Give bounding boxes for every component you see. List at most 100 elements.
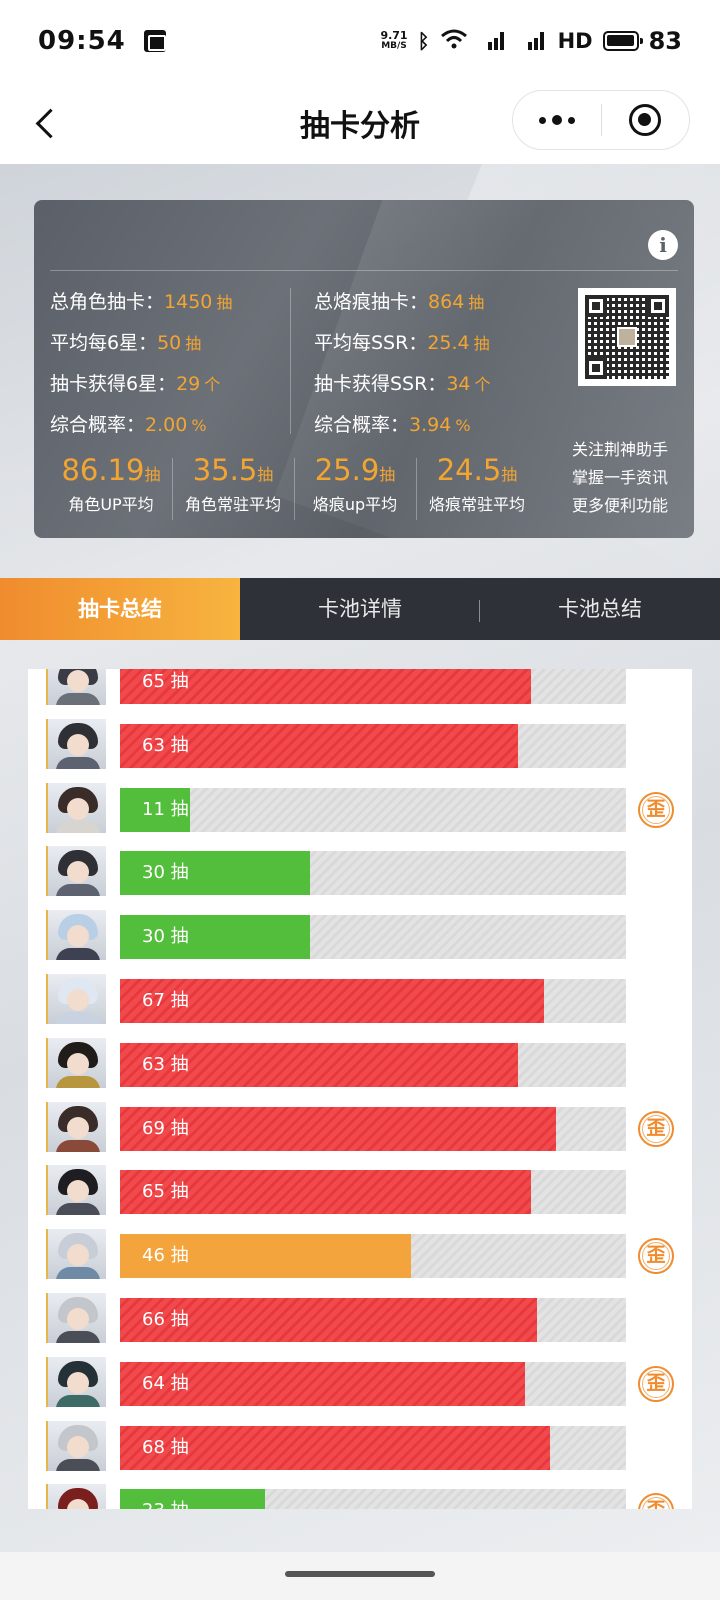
- character-avatar[interactable]: [46, 846, 106, 897]
- pull-bar-fill: 67 抽: [120, 978, 544, 1023]
- promo-line: 更多便利功能: [572, 496, 669, 515]
- nav-bar: 抽卡分析: [0, 82, 720, 164]
- average-label: 烙痕常驻平均: [428, 495, 525, 514]
- pull-bar-track: 64 抽: [120, 1361, 626, 1406]
- average-number: 35.5: [192, 453, 258, 487]
- average-label: 角色常驻平均: [184, 495, 281, 514]
- character-avatar[interactable]: [46, 973, 106, 1024]
- average-label: 角色UP平均: [68, 495, 154, 514]
- tab-pool-summary[interactable]: 卡池总结: [480, 578, 720, 640]
- pull-bar-fill: 11 抽: [120, 787, 190, 832]
- pull-bar-track: 66 抽: [120, 1297, 626, 1342]
- avatar-face: [67, 861, 89, 884]
- stat-value: 25.4: [427, 332, 470, 354]
- stat-label: 平均每SSR：: [314, 332, 428, 354]
- pull-record-row[interactable]: 69 抽 歪: [28, 1094, 692, 1158]
- pull-record-row[interactable]: 65 抽: [28, 1157, 692, 1221]
- tab-pool-details[interactable]: 卡池详情: [240, 578, 480, 640]
- pull-record-row[interactable]: 30 抽: [28, 838, 692, 902]
- pull-record-row[interactable]: 65 抽: [28, 669, 692, 711]
- pull-record-row[interactable]: 63 抽: [28, 711, 692, 775]
- average-item: 86.19抽 角色UP平均: [50, 452, 172, 517]
- avatar-face: [67, 1180, 89, 1203]
- pull-record-row[interactable]: 67 抽: [28, 966, 692, 1030]
- stat-label: 综合概率：: [50, 414, 146, 436]
- character-avatar[interactable]: [46, 1101, 106, 1152]
- average-unit: 抽: [379, 465, 396, 484]
- hd-label: HD: [557, 29, 593, 53]
- network-speed: 9.71 MB/S: [380, 30, 407, 52]
- character-avatar[interactable]: [46, 669, 106, 705]
- pull-bar-fill: 65 抽: [120, 669, 531, 704]
- character-avatar[interactable]: [46, 1292, 106, 1343]
- stat-unit: 抽: [216, 293, 233, 312]
- character-avatar[interactable]: [46, 910, 106, 961]
- character-avatar[interactable]: [46, 782, 106, 833]
- avatar-outfit: [56, 693, 100, 705]
- pull-bar-track: 30 抽: [120, 851, 626, 896]
- pull-record-row[interactable]: 11 抽 歪: [28, 775, 692, 839]
- close-button[interactable]: [602, 91, 690, 149]
- stat-unit: 个: [474, 375, 491, 394]
- off-banner-badge: 歪: [638, 1493, 674, 1509]
- pull-record-row[interactable]: 64 抽 歪: [28, 1349, 692, 1413]
- pull-bar-track: 46 抽: [120, 1234, 626, 1279]
- promo-line: 关注荆神助手: [572, 440, 669, 459]
- stats-divider: [290, 288, 291, 434]
- wifi-icon: [440, 28, 468, 54]
- avatar-face: [67, 670, 89, 692]
- stat-unit: 抽: [468, 293, 485, 312]
- avatar-outfit: [56, 1139, 100, 1152]
- stat-label: 抽卡获得SSR：: [314, 373, 447, 395]
- miniprogram-capsule: [512, 90, 690, 150]
- averages-row: 86.19抽 角色UP平均 35.5抽 角色常驻平均 25.9抽 烙痕up平均 24.5抽烙…: [50, 452, 538, 520]
- info-icon[interactable]: i: [648, 230, 678, 260]
- avatar-face: [67, 1435, 89, 1458]
- stat-row: 抽卡获得6星：29 个: [50, 364, 232, 405]
- avatar-face: [67, 925, 89, 948]
- pull-record-row[interactable]: 23 抽 歪: [28, 1476, 692, 1509]
- avatar-outfit: [56, 1075, 100, 1088]
- avatar-face: [67, 1244, 89, 1267]
- stat-label: 抽卡获得6星：: [50, 373, 177, 395]
- avatar-outfit: [56, 1011, 100, 1024]
- stat-unit: %: [455, 416, 471, 435]
- average-unit: 抽: [257, 465, 274, 484]
- average-item: 24.5抽 烙痕常驻平均: [416, 452, 538, 520]
- avatar-outfit: [56, 884, 100, 897]
- avatar-outfit: [56, 1267, 100, 1280]
- promo-text: 关注荆神助手 掌握一手资讯 更多便利功能: [572, 436, 668, 520]
- speed-unit: MB/S: [381, 41, 407, 51]
- stat-label: 总角色抽卡：: [50, 291, 165, 313]
- back-button[interactable]: [26, 101, 70, 145]
- character-avatar[interactable]: [46, 1229, 106, 1280]
- average-number: 25.9: [314, 453, 380, 487]
- pull-record-row[interactable]: 30 抽: [28, 902, 692, 966]
- tab-bar: 抽卡总结 卡池详情 卡池总结: [0, 578, 720, 640]
- stat-unit: %: [191, 416, 207, 435]
- pull-record-row[interactable]: 66 抽: [28, 1285, 692, 1349]
- summary-card: i 总角色抽卡：1450 抽平均每6星：50 抽抽卡获得6星：29 个综合概率：2.0…: [34, 200, 694, 538]
- average-number: 24.5: [436, 453, 502, 487]
- avatar-face: [67, 733, 89, 756]
- tab-summary[interactable]: 抽卡总结: [0, 578, 240, 640]
- character-avatar[interactable]: [46, 1165, 106, 1216]
- stat-value: 29: [176, 373, 201, 395]
- average-value: 25.9抽: [294, 452, 416, 493]
- pull-record-row[interactable]: 63 抽: [28, 1030, 692, 1094]
- character-avatar[interactable]: [46, 718, 106, 769]
- average-number: 86.19: [61, 453, 145, 487]
- stat-row: 综合概率：3.94%: [314, 405, 491, 446]
- pull-record-list[interactable]: 65 抽 63 抽 11 抽歪 30 抽 30 抽 67 抽 63 抽 69 抽歪 65 抽 46…: [28, 669, 692, 1509]
- pull-bar-fill: 66 抽: [120, 1297, 537, 1342]
- character-avatar[interactable]: [46, 1420, 106, 1471]
- character-avatar[interactable]: [46, 1484, 106, 1509]
- signal-icon-2: [518, 28, 548, 54]
- character-avatar[interactable]: [46, 1356, 106, 1407]
- pull-bar-track: 23 抽: [120, 1489, 626, 1509]
- home-indicator[interactable]: [285, 1571, 435, 1577]
- more-button[interactable]: [513, 91, 601, 149]
- pull-record-row[interactable]: 68 抽: [28, 1413, 692, 1477]
- character-avatar[interactable]: [46, 1037, 106, 1088]
- pull-record-row[interactable]: 46 抽 歪: [28, 1221, 692, 1285]
